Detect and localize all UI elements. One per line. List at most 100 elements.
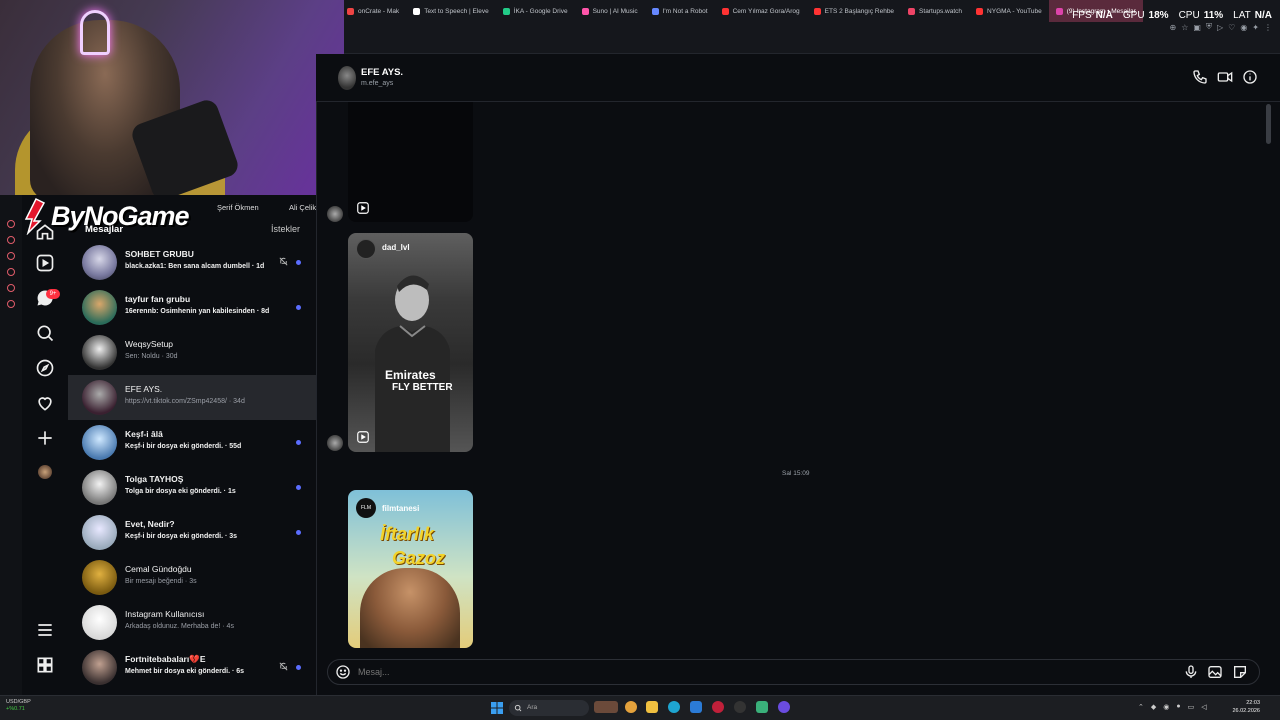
browser-tab[interactable]: Suno | AI Music	[575, 0, 645, 22]
file-explorer-icon[interactable]	[646, 701, 658, 713]
tab-label: Startups.watch	[919, 7, 963, 15]
perf-stat: GPU 18%	[1123, 10, 1169, 21]
taskbar-app-icon[interactable]	[756, 701, 768, 713]
store-icon[interactable]	[690, 701, 702, 713]
tray-app-icon[interactable]: ◉	[1163, 703, 1169, 711]
requests-link[interactable]: İstekler	[271, 224, 300, 234]
create-plus-icon[interactable]	[35, 428, 55, 448]
apps-grid-icon[interactable]	[35, 655, 55, 675]
profile-icon[interactable]: ◉	[1240, 23, 1247, 32]
taskbar-clock[interactable]: 22:03 26.02.2026	[1228, 699, 1260, 715]
tab-favicon-icon	[651, 7, 659, 15]
story-label[interactable]: Şerif Ökmen	[217, 203, 259, 212]
volume-icon[interactable]: ◁	[1201, 703, 1206, 711]
conversation-row[interactable]: Cemal Gündoğdu Bir mesajı beğendi · 3s	[68, 555, 316, 600]
app-icon[interactable]	[7, 220, 15, 228]
tab-label: onCrate - Mak	[358, 7, 400, 15]
unread-dot	[296, 440, 301, 445]
taskbar-app-icon[interactable]	[778, 701, 790, 713]
perf-stat-value: N/A	[1095, 10, 1113, 21]
extension-icon[interactable]: ▣	[1193, 23, 1201, 32]
currency-widget[interactable]: USD/GBP +%0.71	[6, 699, 31, 713]
unread-dot	[296, 260, 301, 265]
menu-dots-icon[interactable]: ⋮	[1264, 23, 1272, 32]
currency-change: +%0.71	[6, 706, 25, 712]
message-input[interactable]	[358, 667, 1058, 677]
browser-tab[interactable]: İKA - Google Drive	[496, 0, 575, 22]
phone-call-icon[interactable]	[1192, 69, 1208, 85]
sticker-icon[interactable]	[1232, 664, 1248, 680]
browser-tab[interactable]: Text to Speech | Eleve	[406, 0, 496, 22]
browser-tab[interactable]: NYGMA - YouTube	[969, 0, 1049, 22]
browser-tab[interactable]: ETS 2 Başlangıç Rehbe	[807, 0, 901, 22]
network-icon[interactable]: ▭	[1188, 703, 1195, 711]
edge-browser-icon[interactable]	[668, 701, 680, 713]
taskbar-app-icon[interactable]	[734, 701, 746, 713]
story-label[interactable]: Ali Çelik	[289, 203, 316, 212]
app-icon[interactable]	[7, 236, 15, 244]
zoom-icon[interactable]: ⊕	[1170, 23, 1177, 32]
clock-date: 26.02.2026	[1232, 708, 1260, 714]
taskbar-search-label: Ara	[527, 704, 538, 711]
system-tray[interactable]: ⌃ ◆ ◉ ● ▭ ◁	[1138, 703, 1207, 711]
explore-icon[interactable]	[35, 358, 55, 378]
windows-start-icon[interactable]	[491, 702, 503, 714]
browser-tab[interactable]: Cem Yılmaz Gora/Arog	[715, 0, 807, 22]
tab-favicon-icon	[413, 7, 421, 15]
chat-avatar[interactable]	[338, 66, 356, 90]
notifications-heart-icon[interactable]	[35, 393, 55, 413]
taskbar-app-icon[interactable]	[625, 701, 637, 713]
conversation-row[interactable]: EFE AYS. https://vt.tiktok.com/ZSmp42458/…	[68, 375, 316, 420]
conversation-row[interactable]: Keşf-i âlâ Keşf-i bir dosya eki gönderdi.…	[68, 420, 316, 465]
play-icon[interactable]: ▷	[1217, 23, 1223, 32]
hamburger-menu-icon[interactable]	[35, 620, 55, 640]
reel-author-avatar: FLM	[356, 498, 376, 518]
reels-icon[interactable]	[35, 253, 55, 273]
conversation-row[interactable]: tayfur fan grubu 16erennb: Osimhenin yan …	[68, 285, 316, 330]
conversation-row[interactable]: Evet, Nedir? Keşf-i bir dosya eki gönderd…	[68, 510, 316, 555]
image-upload-icon[interactable]	[1207, 664, 1223, 680]
conversation-preview: Tolga bir dosya eki gönderdi. · 1s	[125, 488, 236, 495]
conversation-row[interactable]: WeqsySetup Sen: Noldu · 30d	[68, 330, 316, 375]
chat-scrollbar[interactable]	[1266, 104, 1271, 144]
perf-stat: CPU 11%	[1179, 10, 1224, 21]
browser-extension-bar: ⊕ ☆ ▣ ⛨ ▷ ♡ ◉ ✦ ⋮	[1170, 22, 1272, 32]
conversation-preview: Bir mesajı beğendi · 3s	[125, 578, 197, 585]
reel-author-username[interactable]: dad_lvl	[382, 243, 410, 252]
heart-icon[interactable]: ♡	[1228, 23, 1235, 32]
conversation-row[interactable]: Tolga TAYHOŞ Tolga bir dosya eki gönderdi…	[68, 465, 316, 510]
browser-tab[interactable]: I'm Not a Robot	[645, 0, 715, 22]
video-call-icon[interactable]	[1217, 69, 1233, 85]
conversation-row[interactable]: SOHBET GRUBU black.azka1: Ben sana alcam …	[68, 240, 316, 285]
browser-tab[interactable]: Startups.watch	[901, 0, 969, 22]
taskbar-app-icon[interactable]	[594, 701, 618, 713]
muted-bell-icon	[279, 662, 288, 671]
emoji-icon[interactable]	[335, 664, 351, 680]
conversation-row[interactable]: Fortnitebabaları💔E Mehmet bir dosya eki g…	[68, 645, 316, 690]
tray-app-icon[interactable]: ●	[1176, 703, 1180, 711]
browser-tab[interactable]: onCrate - Mak	[340, 0, 406, 22]
reel-author-username[interactable]: filmtanesi	[382, 504, 419, 513]
perf-stat: LAT N/A	[1233, 10, 1272, 21]
tray-chevron-icon[interactable]: ⌃	[1138, 703, 1144, 711]
conversation-avatar	[82, 470, 117, 505]
app-icon[interactable]	[7, 300, 15, 308]
conversation-avatar	[82, 515, 117, 550]
ai-icon[interactable]: ✦	[1252, 23, 1259, 32]
microphone-icon[interactable]	[1183, 664, 1199, 680]
poster-figure	[360, 568, 460, 648]
shield-icon[interactable]: ⛨	[1206, 22, 1212, 32]
profile-avatar[interactable]	[38, 465, 52, 479]
star-icon[interactable]: ☆	[1181, 23, 1188, 32]
opera-browser-icon[interactable]	[712, 701, 724, 713]
conversation-row[interactable]: Instagram Kullanıcısı Arkadaş oldunuz. Me…	[68, 600, 316, 645]
chat-contact-name[interactable]: EFE AYS.	[361, 67, 403, 78]
app-icon[interactable]	[7, 252, 15, 260]
tab-favicon-icon	[502, 7, 510, 15]
sender-avatar	[327, 435, 343, 451]
app-icon[interactable]	[7, 268, 15, 276]
search-icon[interactable]	[35, 323, 55, 343]
tray-app-icon[interactable]: ◆	[1151, 703, 1156, 711]
info-icon[interactable]	[1242, 69, 1258, 85]
app-icon[interactable]	[7, 284, 15, 292]
